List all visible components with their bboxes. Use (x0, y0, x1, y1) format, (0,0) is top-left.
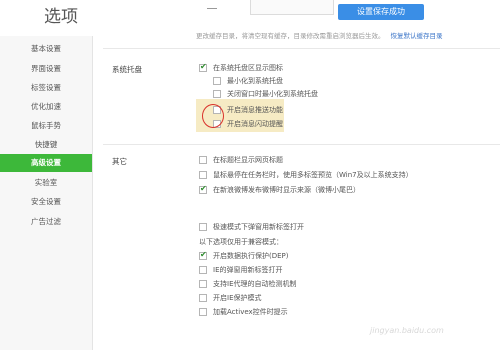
sidebar-item-advanced[interactable]: 高级设置 (0, 154, 92, 172)
checkbox-checked[interactable] (199, 250, 207, 260)
sidebar: 基本设置 界面设置 标签设置 优化加速 鼠标手势 快捷键 高级设置 实验室 安全… (0, 36, 93, 350)
section-divider (103, 144, 500, 145)
checkbox[interactable] (213, 77, 221, 85)
checkbox-checked[interactable] (199, 62, 207, 72)
sidebar-item-tabs[interactable]: 标签设置 (0, 79, 92, 97)
checkbox[interactable] (199, 156, 207, 164)
cache-hint: 更改缓存目录，将清空现有缓存，目录修改需重启浏览器后生效。 恢复默认缓存目录 (196, 30, 443, 40)
checkbox[interactable] (199, 308, 207, 316)
save-status-badge: 设置保存成功 (338, 4, 424, 20)
sidebar-item-shortcuts[interactable]: 快捷键 (0, 136, 92, 154)
checkbox[interactable] (199, 223, 207, 231)
option-label: 支持IE代理的自动检测机制 (213, 280, 297, 288)
sidebar-item-adblock[interactable]: 广告过滤 (0, 213, 92, 231)
checkbox[interactable] (199, 171, 207, 179)
sidebar-item-gestures[interactable]: 鼠标手势 (0, 117, 92, 135)
cache-path-input[interactable] (250, 0, 334, 15)
option-label: 关闭窗口时最小化到系统托盘 (227, 90, 318, 98)
restore-default-cache-link[interactable]: 恢复默认缓存目录 (391, 32, 443, 40)
option-label: 加载Activex控件时提示 (213, 308, 288, 316)
option-label: 开启消息闪动提醒 (227, 120, 283, 128)
option-label: 开启IE保护模式 (213, 294, 262, 302)
checkbox-checked[interactable] (199, 184, 207, 194)
option-label: 在标题栏显示网页标题 (213, 156, 283, 164)
annotation-circle (202, 104, 224, 128)
compat-note: 以下选项仅用于兼容模式： (199, 238, 283, 246)
option-label: 鼠标悬停在任务栏时，使用多标签预览（Win7及以上系统支持） (213, 171, 413, 179)
sidebar-item-optimize[interactable]: 优化加速 (0, 98, 92, 116)
checkbox[interactable] (199, 294, 207, 302)
sidebar-item-security[interactable]: 安全设置 (0, 193, 92, 211)
checkbox[interactable] (199, 266, 207, 274)
option-label: 开启消息推送功能 (227, 106, 283, 114)
page-title: 选项 (44, 7, 78, 27)
sidebar-item-basic[interactable]: 基本设置 (0, 40, 92, 58)
header: 选项 设置保存成功 (0, 0, 500, 30)
header-divider (207, 8, 217, 9)
option-label: 在新浪微博发布微博时显示来源（微博小尾巴） (213, 186, 360, 194)
other-section-label: 其它 (112, 157, 127, 166)
section-divider (103, 48, 500, 49)
tray-section-label: 系统托盘 (112, 65, 142, 74)
checkbox[interactable] (199, 280, 207, 288)
sidebar-item-lab[interactable]: 实验室 (0, 174, 92, 192)
cache-hint-text: 更改缓存目录，将清空现有缓存，目录修改需重启浏览器后生效。 (196, 32, 385, 40)
option-label: 最小化到系统托盘 (227, 77, 283, 85)
checkbox[interactable] (213, 90, 221, 98)
option-label: IE的弹窗用新标签打开 (213, 266, 283, 274)
option-label: 极速模式下弹窗用新标签打开 (213, 223, 304, 231)
sidebar-item-interface[interactable]: 界面设置 (0, 60, 92, 78)
watermark: jingyan.baidu.com (370, 326, 444, 335)
option-label: 开启数据执行保护(DEP) (213, 252, 289, 260)
option-label: 在系统托盘区显示图标 (213, 64, 283, 72)
